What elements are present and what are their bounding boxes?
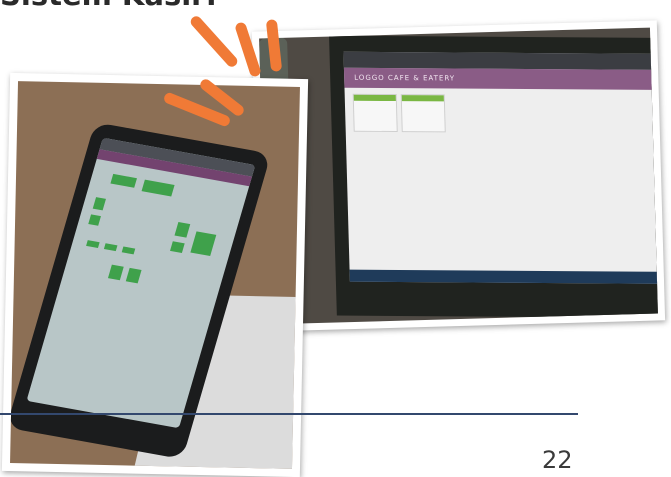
tablet-pos-photo [1, 72, 309, 477]
table-tile [170, 241, 185, 253]
table-tile [86, 240, 100, 248]
table-tile [88, 214, 101, 226]
table-tile [107, 264, 124, 281]
desktop-pos-photo: LOGGO CAFE & EATERY [251, 20, 666, 332]
footer-rule [0, 413, 578, 415]
screen-banner-text: LOGGO CAFE & EATERY [354, 73, 456, 83]
table-tile [103, 243, 118, 252]
os-taskbar [349, 269, 658, 284]
pos-header-bar: LOGGO CAFE & EATERY [343, 67, 658, 90]
table-card [352, 93, 398, 133]
table-tile [125, 267, 142, 284]
table-tile [110, 173, 137, 188]
table-tile [190, 231, 217, 257]
table-tile [174, 222, 191, 238]
page-number: 22 [542, 446, 573, 474]
table-tile [141, 179, 175, 197]
table-card [400, 94, 446, 133]
page-heading: Sistem Kasir: [0, 0, 217, 12]
pos-monitor: LOGGO CAFE & EATERY [329, 35, 658, 318]
emphasis-stroke [188, 14, 240, 69]
table-tile [92, 197, 106, 211]
table-tile [121, 246, 136, 255]
monitor-screen: LOGGO CAFE & EATERY [343, 51, 658, 284]
